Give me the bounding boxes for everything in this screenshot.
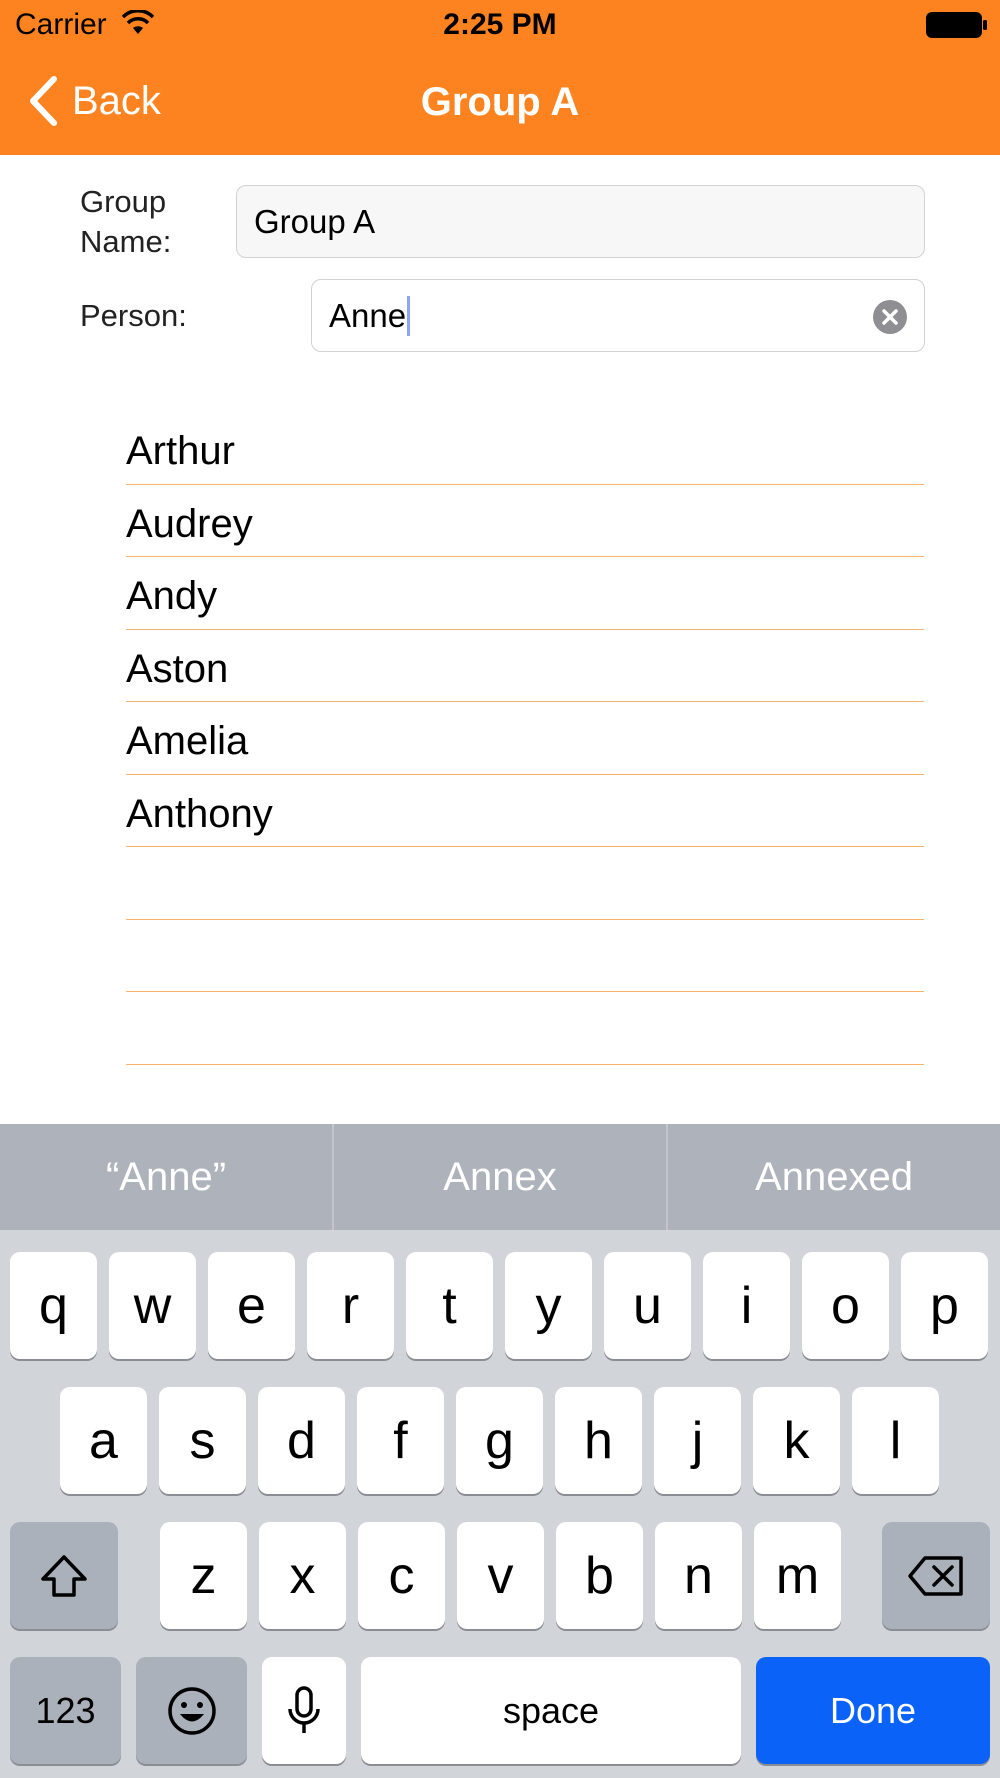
- key-u[interactable]: u: [604, 1252, 691, 1359]
- key-w[interactable]: w: [109, 1252, 196, 1359]
- key-m[interactable]: m: [754, 1522, 841, 1629]
- predictive-bar: “Anne” Annex Annexed: [0, 1124, 1000, 1230]
- suggestion-row[interactable]: Andy: [126, 557, 924, 630]
- key-v[interactable]: v: [457, 1522, 544, 1629]
- key-n[interactable]: n: [655, 1522, 742, 1629]
- suggestion-row[interactable]: Amelia: [126, 702, 924, 775]
- shift-key[interactable]: [10, 1522, 118, 1629]
- key-t[interactable]: t: [406, 1252, 493, 1359]
- key-p[interactable]: p: [901, 1252, 988, 1359]
- group-name-field[interactable]: Group A: [236, 185, 925, 258]
- key-b[interactable]: b: [556, 1522, 643, 1629]
- key-k[interactable]: k: [753, 1387, 840, 1494]
- person-field[interactable]: Anne: [311, 279, 925, 352]
- prediction-1[interactable]: Annex: [334, 1124, 668, 1230]
- key-e[interactable]: e: [208, 1252, 295, 1359]
- prediction-2[interactable]: Annexed: [668, 1124, 1000, 1230]
- numbers-key[interactable]: 123: [10, 1657, 121, 1764]
- key-q[interactable]: q: [10, 1252, 97, 1359]
- key-o[interactable]: o: [802, 1252, 889, 1359]
- key-i[interactable]: i: [703, 1252, 790, 1359]
- key-f[interactable]: f: [357, 1387, 444, 1494]
- suggestion-row: [126, 920, 924, 992]
- key-y[interactable]: y: [505, 1252, 592, 1359]
- group-name-value: Group A: [254, 202, 376, 240]
- backspace-key[interactable]: [882, 1522, 990, 1629]
- key-l[interactable]: l: [852, 1387, 939, 1494]
- key-g[interactable]: g: [456, 1387, 543, 1494]
- key-s[interactable]: s: [159, 1387, 246, 1494]
- key-r[interactable]: r: [307, 1252, 394, 1359]
- key-z[interactable]: z: [160, 1522, 247, 1629]
- suggestion-row: [126, 992, 924, 1065]
- shift-icon: [41, 1554, 87, 1597]
- key-c[interactable]: c: [358, 1522, 445, 1629]
- header: Carrier 2:25 PM Back Group A: [0, 0, 1000, 155]
- suggestion-row[interactable]: Anthony: [126, 775, 924, 847]
- status-bar: Carrier 2:25 PM: [0, 0, 1000, 50]
- status-time: 2:25 PM: [443, 8, 557, 41]
- backspace-icon: [908, 1555, 963, 1596]
- suggestion-row[interactable]: Audrey: [126, 485, 924, 557]
- person-value: Anne: [329, 296, 407, 334]
- key-j[interactable]: j: [654, 1387, 741, 1494]
- microphone-icon: [288, 1685, 320, 1733]
- page-title: Group A: [420, 80, 580, 124]
- microphone-key[interactable]: [262, 1657, 346, 1764]
- person-label: Person:: [80, 298, 187, 333]
- emoji-key[interactable]: [136, 1657, 247, 1764]
- suggestion-row: [126, 847, 924, 920]
- suggestion-list: Arthur Audrey Andy Aston Amelia Anthony: [126, 412, 924, 1065]
- battery-icon: [926, 12, 987, 38]
- key-d[interactable]: d: [258, 1387, 345, 1494]
- suggestion-row[interactable]: Aston: [126, 630, 924, 702]
- nav-bar: Back Group A: [0, 50, 1000, 155]
- key-h[interactable]: h: [555, 1387, 642, 1494]
- prediction-0[interactable]: “Anne”: [0, 1124, 334, 1230]
- space-key[interactable]: space: [361, 1657, 741, 1764]
- key-x[interactable]: x: [259, 1522, 346, 1629]
- suggestion-row[interactable]: Arthur: [126, 412, 924, 485]
- text-caret: [407, 295, 411, 336]
- group-name-label: Group Name:: [80, 184, 172, 259]
- key-a[interactable]: a: [60, 1387, 147, 1494]
- clear-icon[interactable]: [872, 299, 908, 335]
- keyboard: “Anne” Annex Annexed qwertyuiop asdfghjkl zx…: [0, 1124, 1000, 1778]
- emoji-icon: [167, 1686, 216, 1735]
- done-key[interactable]: Done: [756, 1657, 990, 1764]
